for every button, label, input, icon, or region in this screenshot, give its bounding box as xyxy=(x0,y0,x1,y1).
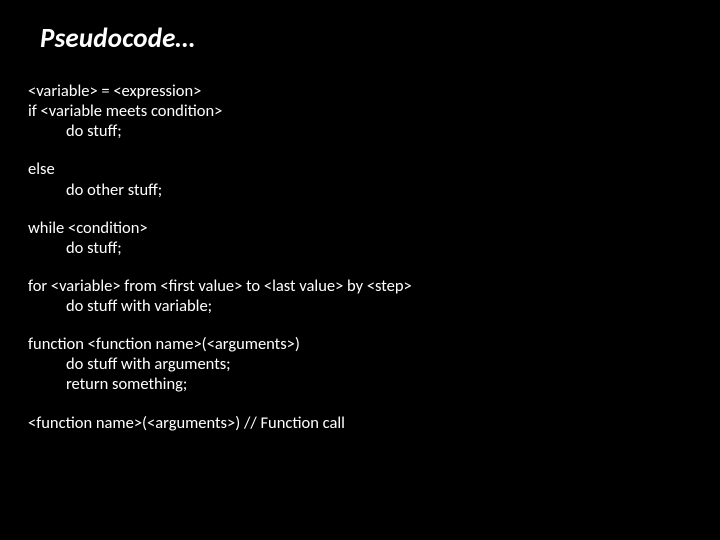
code-line: do other stuff; xyxy=(28,180,692,200)
code-block: <function name>(<arguments>) // Function… xyxy=(28,413,692,433)
code-block: function <function name>(<arguments>)do … xyxy=(28,334,692,394)
code-line: function <function name>(<arguments>) xyxy=(28,334,692,354)
code-block: elsedo other stuff; xyxy=(28,159,692,199)
pseudocode-body: <variable> = <expression>if <variable me… xyxy=(28,81,692,433)
code-line: <function name>(<arguments>) // Function… xyxy=(28,413,692,433)
code-line: do stuff with variable; xyxy=(28,296,692,316)
code-line: else xyxy=(28,159,692,179)
code-block: for <variable> from <first value> to <la… xyxy=(28,276,692,316)
code-block: <variable> = <expression>if <variable me… xyxy=(28,81,692,141)
slide-title: Pseudocode… xyxy=(40,22,692,55)
code-block: while <condition>do stuff; xyxy=(28,218,692,258)
code-line: <variable> = <expression> xyxy=(28,81,692,101)
slide: Pseudocode… <variable> = <expression>if … xyxy=(0,0,720,540)
code-line: do stuff with arguments; xyxy=(28,354,692,374)
code-line: return something; xyxy=(28,374,692,394)
code-line: for <variable> from <first value> to <la… xyxy=(28,276,692,296)
code-line: do stuff; xyxy=(28,121,692,141)
code-line: while <condition> xyxy=(28,218,692,238)
code-line: do stuff; xyxy=(28,238,692,258)
code-line: if <variable meets condition> xyxy=(28,101,692,121)
